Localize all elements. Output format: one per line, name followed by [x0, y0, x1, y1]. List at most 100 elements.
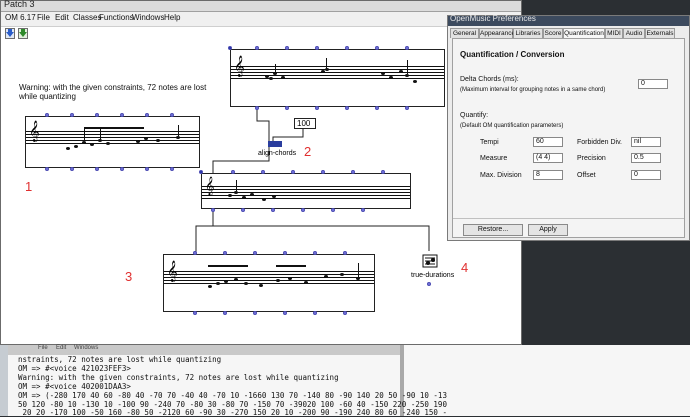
outlet[interactable] — [223, 311, 227, 315]
voice-box-top[interactable]: 𝄞 — [230, 49, 445, 107]
console-gutter — [0, 345, 8, 416]
max-division-field[interactable]: 8 — [533, 170, 563, 180]
outlet[interactable] — [405, 106, 409, 110]
outlet[interactable] — [301, 208, 305, 212]
outlet[interactable] — [343, 311, 347, 315]
inlet[interactable] — [381, 170, 385, 174]
inlet[interactable] — [95, 113, 99, 117]
inlet[interactable] — [315, 46, 319, 50]
tab-quantification[interactable]: Quantification — [563, 28, 605, 38]
align-chords-label: align-chords — [258, 150, 297, 157]
voice-box-1[interactable]: 𝄞 — [25, 116, 200, 168]
outlet[interactable] — [145, 167, 149, 171]
outlet[interactable] — [271, 208, 275, 212]
inlet[interactable] — [261, 170, 265, 174]
outlet[interactable] — [361, 208, 365, 212]
tab-libraries[interactable]: Libraries — [513, 28, 543, 38]
inlet[interactable] — [70, 113, 74, 117]
outlet[interactable] — [283, 311, 287, 315]
outlet[interactable] — [313, 311, 317, 315]
inlet[interactable] — [313, 251, 317, 255]
inlet[interactable] — [345, 46, 349, 50]
precision-field[interactable]: 0.5 — [631, 153, 661, 163]
outlet[interactable] — [211, 208, 215, 212]
inlet[interactable] — [321, 170, 325, 174]
outlet[interactable] — [120, 167, 124, 171]
inlet[interactable] — [351, 170, 355, 174]
tempi-label: Tempi — [480, 139, 499, 146]
offset-label: Offset — [577, 172, 596, 179]
inlet[interactable] — [223, 251, 227, 255]
outlet[interactable] — [241, 208, 245, 212]
inlet[interactable] — [145, 113, 149, 117]
inlet[interactable] — [199, 170, 203, 174]
inlet[interactable] — [231, 170, 235, 174]
treble-clef-icon: 𝄞 — [167, 261, 178, 282]
marker-3: 3 — [125, 269, 133, 284]
inlet[interactable] — [255, 46, 259, 50]
outlet[interactable] — [70, 167, 74, 171]
preferences-titlebar[interactable]: OpenMusic Preferences — [448, 14, 689, 26]
listener-menubar: File Edit Windows — [0, 345, 400, 355]
inlet[interactable] — [405, 46, 409, 50]
inlet[interactable] — [285, 46, 289, 50]
inlet[interactable] — [283, 251, 287, 255]
inlet[interactable] — [120, 113, 124, 117]
tab-score[interactable]: Score — [543, 28, 563, 38]
true-durations-icon[interactable] — [422, 254, 438, 268]
outlet[interactable] — [95, 167, 99, 171]
quantify-hint: (Default OM quantification parameters) — [460, 123, 564, 129]
console-menu-edit[interactable]: Edit — [56, 345, 66, 351]
console-line: OM => #<voice 402001DAA3> — [18, 382, 131, 391]
console-line: Warning: with the given constraints, 72 … — [18, 373, 339, 382]
outlet[interactable] — [170, 167, 174, 171]
preferences-title: OpenMusic Preferences — [450, 14, 536, 23]
tab-audio[interactable]: Audio — [623, 28, 645, 38]
tab-midi[interactable]: MIDI — [605, 28, 623, 38]
align-chords-icon[interactable] — [268, 141, 282, 147]
outlet[interactable] — [345, 106, 349, 110]
outlet[interactable] — [255, 106, 259, 110]
tab-appearance[interactable]: Appearance — [479, 28, 515, 38]
apply-button[interactable]: Apply — [528, 224, 568, 236]
number-box[interactable]: 100 — [294, 118, 316, 129]
outlet[interactable] — [427, 282, 431, 286]
inlet[interactable] — [193, 251, 197, 255]
offset-field[interactable]: 0 — [631, 170, 661, 180]
treble-clef-icon: 𝄞 — [205, 176, 215, 195]
patch-window: Patch 3 OM 6.17 File Edit Classes Functi… — [0, 0, 522, 345]
delta-chords-label: Delta Chords (ms): — [460, 76, 519, 83]
inlet[interactable] — [228, 46, 232, 50]
inlet[interactable] — [253, 251, 257, 255]
console-menu-windows[interactable]: Windows — [74, 345, 98, 351]
tab-general[interactable]: General — [450, 28, 479, 38]
true-durations-label: true-durations — [411, 272, 455, 279]
tempi-field[interactable]: 60 — [533, 137, 563, 147]
inlet[interactable] — [291, 170, 295, 174]
marker-1: 1 — [25, 179, 33, 194]
voice-box-3[interactable]: 𝄞 — [163, 254, 375, 312]
inlet[interactable] — [375, 46, 379, 50]
inlet[interactable] — [170, 113, 174, 117]
preferences-dialog: OpenMusic Preferences General Appearance… — [447, 14, 690, 241]
console-menu-file[interactable]: File — [38, 345, 48, 351]
outlet[interactable] — [315, 106, 319, 110]
tab-externals[interactable]: Externals — [645, 28, 675, 38]
marker-2: 2 — [304, 144, 312, 159]
restore-button[interactable]: Restore... — [463, 224, 523, 236]
outlet[interactable] — [331, 208, 335, 212]
inlet[interactable] — [45, 113, 49, 117]
delta-chords-hint: (Maximum interval for grouping notes in … — [460, 87, 606, 93]
marker-4: 4 — [461, 260, 469, 275]
outlet[interactable] — [285, 106, 289, 110]
measure-field[interactable]: (4 4) — [533, 153, 563, 163]
inlet[interactable] — [343, 251, 347, 255]
outlet[interactable] — [45, 167, 49, 171]
delta-chords-field[interactable]: 0 — [638, 79, 668, 89]
voice-box-middle[interactable]: 𝄞 — [201, 173, 411, 209]
outlet[interactable] — [375, 106, 379, 110]
quantify-label: Quantify: — [460, 112, 489, 119]
forbidden-div-field[interactable]: nil — [631, 137, 661, 147]
outlet[interactable] — [253, 311, 257, 315]
outlet[interactable] — [193, 311, 197, 315]
